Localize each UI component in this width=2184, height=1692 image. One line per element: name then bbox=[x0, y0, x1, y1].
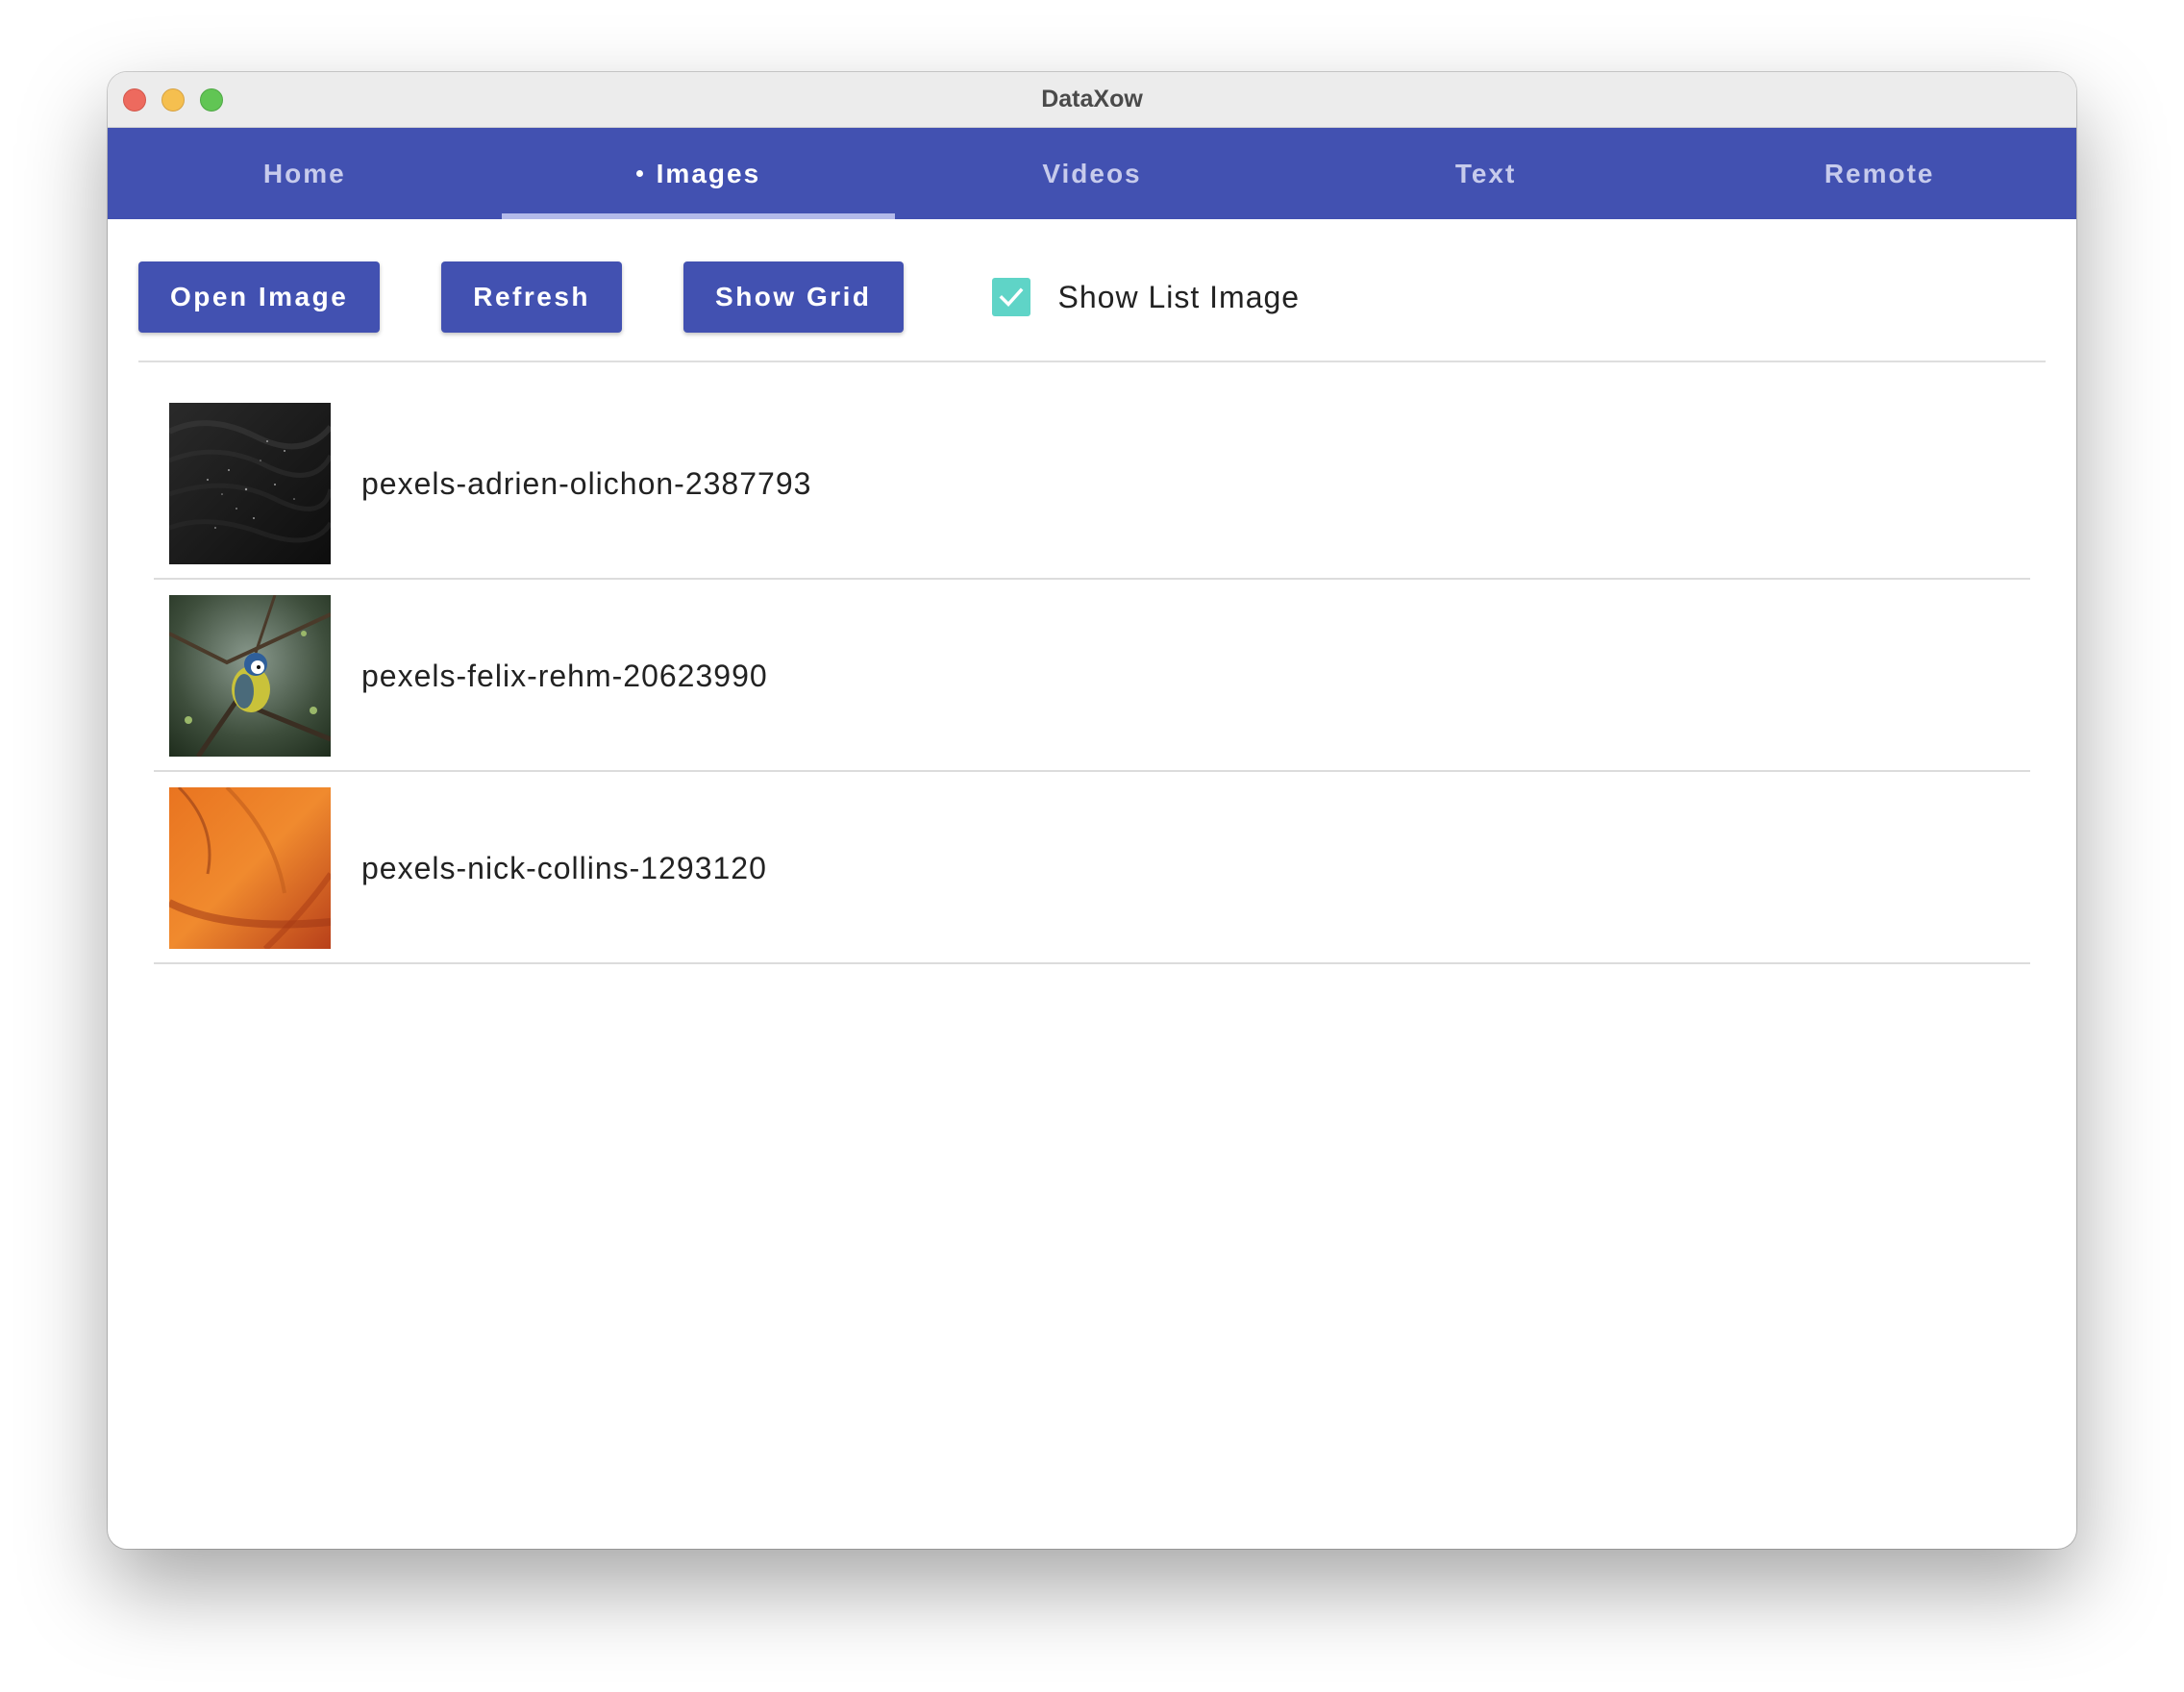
tab-videos-label: Videos bbox=[1042, 159, 1142, 188]
tab-text-label: Text bbox=[1454, 159, 1517, 188]
tab-bar: Home Images Videos Text Remote bbox=[108, 128, 2076, 219]
show-list-image-label: Show List Image bbox=[1057, 279, 1301, 314]
image-thumbnail bbox=[169, 595, 331, 757]
tab-home[interactable]: Home bbox=[108, 128, 502, 219]
image-name: pexels-adrien-olichon-2387793 bbox=[361, 466, 812, 501]
list-item[interactable]: pexels-felix-rehm-20623990 bbox=[154, 580, 2030, 772]
tab-images-label: Images bbox=[656, 159, 761, 188]
open-image-button[interactable]: Open Image bbox=[138, 261, 381, 333]
window-title: DataXow bbox=[1041, 86, 1143, 112]
checkmark-icon bbox=[999, 287, 1024, 308]
toolbar: Open Image Refresh Show Grid Show List I… bbox=[138, 261, 1300, 333]
active-tab-dot-icon bbox=[635, 170, 643, 178]
show-list-image-toggle[interactable]: Show List Image bbox=[991, 278, 1301, 316]
title-bar: DataXow bbox=[108, 72, 2076, 128]
image-thumbnail bbox=[169, 787, 331, 949]
tab-remote[interactable]: Remote bbox=[1682, 128, 2076, 219]
tab-home-label: Home bbox=[262, 159, 346, 188]
tab-images[interactable]: Images bbox=[501, 128, 896, 219]
tab-text[interactable]: Text bbox=[1289, 128, 1683, 219]
app-window: DataXow Home Images Videos Text Remote O… bbox=[108, 72, 2076, 1549]
image-name: pexels-felix-rehm-20623990 bbox=[361, 659, 768, 693]
show-list-image-checkbox[interactable] bbox=[991, 278, 1030, 316]
tab-remote-label: Remote bbox=[1824, 159, 1935, 188]
list-item[interactable]: pexels-adrien-olichon-2387793 bbox=[154, 387, 2030, 580]
image-name: pexels-nick-collins-1293120 bbox=[361, 851, 767, 885]
image-thumbnail bbox=[169, 403, 331, 564]
tab-videos[interactable]: Videos bbox=[895, 128, 1289, 219]
list-item[interactable]: pexels-nick-collins-1293120 bbox=[154, 772, 2030, 964]
show-grid-button[interactable]: Show Grid bbox=[683, 261, 904, 333]
toolbar-divider bbox=[138, 361, 2046, 362]
refresh-button[interactable]: Refresh bbox=[441, 261, 623, 333]
image-list: pexels-adrien-olichon-2387793 pexels-fel… bbox=[154, 387, 2030, 964]
